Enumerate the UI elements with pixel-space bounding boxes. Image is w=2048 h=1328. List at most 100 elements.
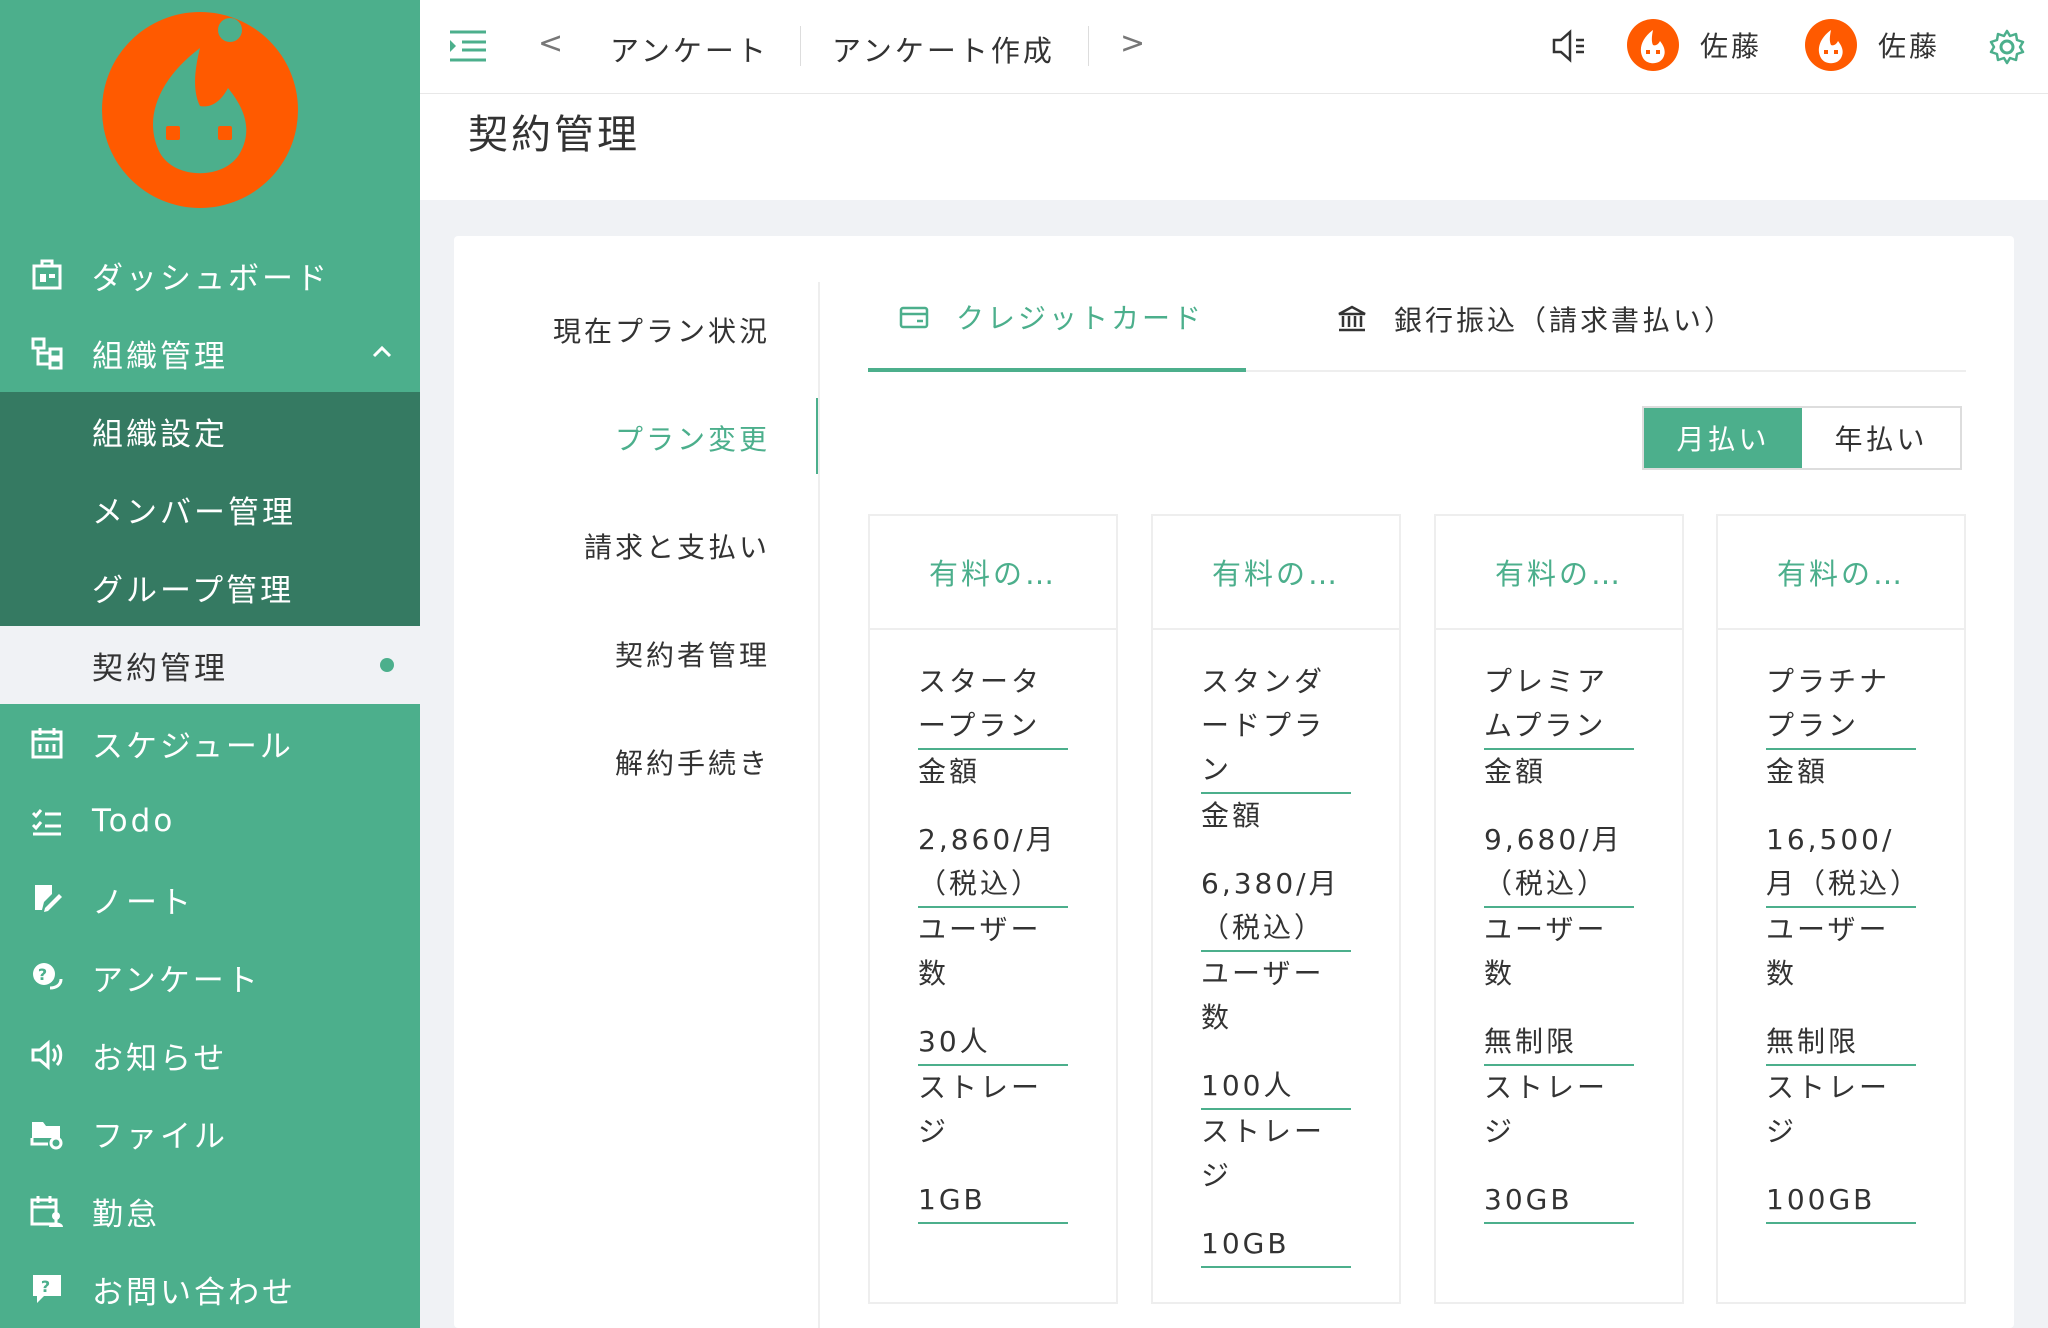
price-label: 金額 — [1201, 799, 1264, 832]
plan-price: 9,680/月（税込） — [1484, 818, 1634, 908]
sidebar-item-survey[interactable]: ? アンケート — [0, 938, 420, 1016]
calendar-icon — [30, 726, 64, 760]
sidebar-item-attendance[interactable]: 勤怠 — [0, 1172, 420, 1250]
sidebar-item-org[interactable]: 組織管理 — [0, 314, 420, 392]
sidebar-item-schedule[interactable]: スケジュール — [0, 704, 420, 782]
dashboard-icon — [30, 258, 64, 292]
tab-survey[interactable]: アンケート — [610, 28, 769, 70]
survey-icon: ? — [30, 960, 64, 994]
sidebar-item-files[interactable]: ファイル — [0, 1094, 420, 1172]
user-profile-2[interactable]: 佐藤 — [1804, 18, 1940, 72]
plan-users: 無制限 — [1484, 1020, 1634, 1066]
sidebar-item-dashboard[interactable]: ダッシュボード — [0, 236, 420, 314]
sidebar-item-label: Todo — [92, 803, 176, 839]
svg-text:?: ? — [41, 1277, 53, 1296]
plan-card-header: 有料の… — [1153, 516, 1399, 630]
active-indicator-dot — [380, 658, 394, 672]
sidebar-item-group-management[interactable]: グループ管理 — [0, 548, 420, 626]
avatar — [1627, 19, 1679, 71]
credit-card-icon — [899, 306, 929, 329]
plan-card-body: スタータープラン 金額 2,860/月（税込） ユーザー数 30人 ストレージ … — [870, 630, 1116, 1224]
subnav-cancellation[interactable]: 解約手続き — [454, 708, 820, 816]
sidebar-item-label: お問い合わせ — [92, 1274, 296, 1311]
sidebar-item-member-management[interactable]: メンバー管理 — [0, 470, 420, 548]
billing-yearly-button[interactable]: 年払い — [1802, 408, 1960, 468]
plan-name: プレミアムプラン — [1484, 660, 1634, 750]
sidebar-item-label: ファイル — [92, 1118, 228, 1155]
sidebar-item-label: お知らせ — [92, 1040, 228, 1077]
tab-scroll-prev[interactable]: < — [538, 26, 566, 61]
users-label: ユーザー数 — [1484, 913, 1608, 990]
storage-label: ストレージ — [918, 1071, 1043, 1148]
sidebar-item-label: 組織管理 — [92, 338, 228, 375]
sidebar-item-contract-management[interactable]: 契約管理 — [0, 626, 420, 704]
storage-label: ストレージ — [1484, 1071, 1609, 1148]
subnav-plan-change[interactable]: プラン変更 — [454, 384, 820, 492]
user-profile-1[interactable]: 佐藤 — [1626, 18, 1762, 72]
subnav-current-plan[interactable]: 現在プラン状況 — [454, 276, 820, 384]
chevron-up-icon[interactable] — [368, 338, 396, 366]
bank-icon — [1338, 305, 1366, 332]
brand-logo[interactable] — [100, 8, 300, 208]
sidebar-item-inquiry[interactable]: ? お問い合わせ — [0, 1250, 420, 1328]
plan-users: 無制限 — [1766, 1020, 1916, 1066]
tab-scroll-next[interactable]: > — [1120, 26, 1148, 61]
gear-icon[interactable] — [1988, 28, 2026, 66]
plan-name: スタータープラン — [918, 660, 1068, 750]
plan-users: 100人 — [1201, 1064, 1351, 1110]
plan-card-body: プラチナプラン 金額 16,500/月（税込） ユーザー数 無制限 ストレージ … — [1718, 630, 1964, 1224]
plan-card-standard[interactable]: 有料の… スタンダードプラン 金額 6,380/月（税込） ユーザー数 100人… — [1151, 514, 1401, 1304]
checklist-icon — [30, 804, 64, 838]
plan-card-starter[interactable]: 有料の… スタータープラン 金額 2,860/月（税込） ユーザー数 30人 ス… — [868, 514, 1118, 1304]
plan-storage: 100GB — [1766, 1178, 1916, 1224]
users-label: ユーザー数 — [918, 913, 1042, 990]
plan-card-body: スタンダードプラン 金額 6,380/月（税込） ユーザー数 100人 ストレー… — [1153, 630, 1399, 1268]
speaker-mute-icon[interactable] — [1550, 26, 1590, 66]
billing-monthly-button[interactable]: 月払い — [1644, 408, 1802, 468]
top-bar: < アンケート アンケート作成 > 佐藤 佐藤 — [420, 0, 2048, 94]
note-edit-icon — [30, 882, 64, 916]
sidebar-item-org-settings[interactable]: 組織設定 — [0, 392, 420, 470]
sidebar-item-label: アンケート — [92, 962, 261, 999]
menu-collapse-icon[interactable] — [448, 28, 488, 64]
price-label: 金額 — [1484, 755, 1547, 788]
plan-card-header: 有料の… — [1436, 516, 1682, 630]
plan-card-header: 有料の… — [1718, 516, 1964, 630]
billing-cycle-toggle: 月払い 年払い — [1642, 406, 1962, 470]
subnav-contractor[interactable]: 契約者管理 — [454, 600, 820, 708]
tab-bank-transfer[interactable]: 銀行振込（請求書払い） — [1336, 266, 1735, 372]
plan-price: 16,500/月（税込） — [1766, 818, 1918, 908]
tab-credit-card[interactable]: クレジットカード — [868, 266, 1246, 372]
contract-card: 現在プラン状況 プラン変更 請求と支払い 契約者管理 解約手続き クレジットカー… — [454, 236, 2014, 1328]
sidebar-menu: ダッシュボード 組織管理 組織設定 メンバー管理 グループ管理 契約管理 スケジ… — [0, 236, 420, 1328]
tab-label: クレジットカード — [956, 302, 1205, 335]
subnav-divider — [818, 282, 820, 1328]
sidebar-item-label: メンバー管理 — [92, 494, 296, 531]
users-label: ユーザー数 — [1201, 957, 1325, 1034]
tab-survey-create[interactable]: アンケート作成 — [832, 28, 1055, 70]
sidebar-item-todo[interactable]: Todo — [0, 782, 420, 860]
sidebar-item-label: 組織設定 — [92, 416, 228, 453]
sidebar-item-notes[interactable]: ノート — [0, 860, 420, 938]
sidebar-item-label: ノート — [92, 884, 194, 921]
sidebar-item-label: スケジュール — [92, 728, 294, 765]
sidebar-item-label: ダッシュボード — [92, 260, 330, 297]
sidebar-item-label: 契約管理 — [92, 650, 228, 687]
tab-label: 銀行振込（請求書払い） — [1394, 304, 1736, 337]
price-label: 金額 — [1766, 755, 1829, 788]
plan-users: 30人 — [918, 1020, 1068, 1066]
plan-card-platinum[interactable]: 有料の… プラチナプラン 金額 16,500/月（税込） ユーザー数 無制限 ス… — [1716, 514, 1966, 1304]
price-label: 金額 — [918, 755, 981, 788]
sidebar-item-label: グループ管理 — [92, 572, 295, 609]
sidebar-item-announcements[interactable]: お知らせ — [0, 1016, 420, 1094]
plan-name: スタンダードプラン — [1201, 660, 1351, 794]
subnav-billing[interactable]: 請求と支払い — [454, 492, 820, 600]
tab-separator — [800, 26, 801, 66]
inquiry-icon: ? — [30, 1272, 64, 1306]
plan-price: 6,380/月（税込） — [1201, 862, 1351, 952]
plan-storage: 1GB — [918, 1178, 1068, 1224]
plan-card-premium[interactable]: 有料の… プレミアムプラン 金額 9,680/月（税込） ユーザー数 無制限 ス… — [1434, 514, 1684, 1304]
plan-name: プラチナプラン — [1766, 660, 1916, 750]
speaker-icon — [30, 1038, 64, 1072]
attendance-icon — [30, 1194, 64, 1228]
